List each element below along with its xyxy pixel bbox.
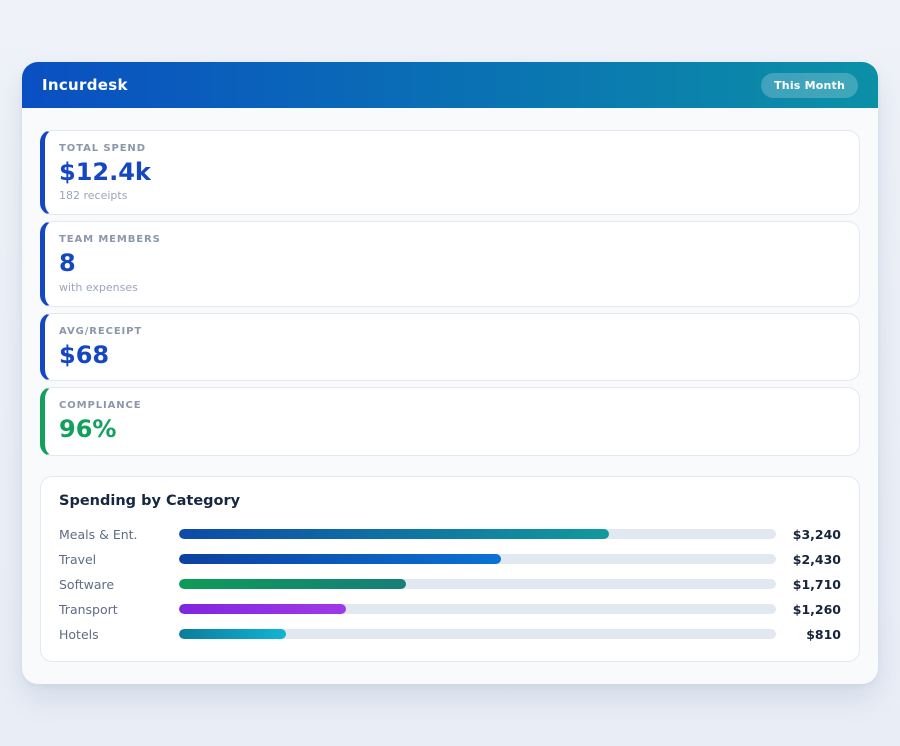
category-label: Travel bbox=[59, 552, 179, 567]
section-title: Spending by Category bbox=[59, 493, 841, 509]
bar-track bbox=[179, 529, 776, 539]
bar-fill bbox=[179, 554, 501, 564]
category-label: Transport bbox=[59, 602, 179, 617]
spending-by-category-card: Spending by Category Meals & Ent. $3,240… bbox=[40, 476, 860, 662]
category-label: Meals & Ent. bbox=[59, 527, 179, 542]
stat-value: $68 bbox=[59, 342, 841, 368]
stat-subtext: 182 receipts bbox=[59, 189, 841, 202]
stat-label: TEAM MEMBERS bbox=[59, 234, 841, 245]
category-value: $810 bbox=[786, 627, 841, 642]
bar-fill bbox=[179, 604, 346, 614]
app-title: Incurdesk bbox=[42, 76, 128, 94]
stat-label: AVG/RECEIPT bbox=[59, 326, 841, 337]
stat-subtext: with expenses bbox=[59, 281, 841, 294]
category-label: Software bbox=[59, 577, 179, 592]
stat-label: TOTAL SPEND bbox=[59, 143, 841, 154]
stat-card-compliance: COMPLIANCE 96% bbox=[40, 387, 860, 455]
category-row-meals: Meals & Ent. $3,240 bbox=[59, 522, 841, 547]
category-row-travel: Travel $2,430 bbox=[59, 547, 841, 572]
category-value: $2,430 bbox=[786, 552, 841, 567]
period-badge[interactable]: This Month bbox=[761, 73, 858, 98]
category-row-hotels: Hotels $810 bbox=[59, 622, 841, 647]
bar-track bbox=[179, 604, 776, 614]
category-value: $3,240 bbox=[786, 527, 841, 542]
stats-section: TOTAL SPEND $12.4k 182 receipts TEAM MEM… bbox=[22, 108, 878, 456]
stat-label: COMPLIANCE bbox=[59, 400, 841, 411]
stat-value: 8 bbox=[59, 250, 841, 276]
stat-card-total-spend: TOTAL SPEND $12.4k 182 receipts bbox=[40, 130, 860, 215]
bar-fill bbox=[179, 629, 286, 639]
category-row-software: Software $1,710 bbox=[59, 572, 841, 597]
bar-track bbox=[179, 629, 776, 639]
category-value: $1,260 bbox=[786, 602, 841, 617]
stat-card-team-members: TEAM MEMBERS 8 with expenses bbox=[40, 221, 860, 306]
category-row-transport: Transport $1,260 bbox=[59, 597, 841, 622]
stat-value: $12.4k bbox=[59, 159, 841, 185]
stat-card-avg-receipt: AVG/RECEIPT $68 bbox=[40, 313, 860, 381]
category-value: $1,710 bbox=[786, 577, 841, 592]
category-label: Hotels bbox=[59, 627, 179, 642]
bar-track bbox=[179, 554, 776, 564]
bar-track bbox=[179, 579, 776, 589]
stat-value: 96% bbox=[59, 416, 841, 442]
bar-fill bbox=[179, 529, 609, 539]
bar-fill bbox=[179, 579, 406, 589]
dashboard-panel: Incurdesk This Month TOTAL SPEND $12.4k … bbox=[22, 62, 878, 684]
app-header: Incurdesk This Month bbox=[22, 62, 878, 108]
